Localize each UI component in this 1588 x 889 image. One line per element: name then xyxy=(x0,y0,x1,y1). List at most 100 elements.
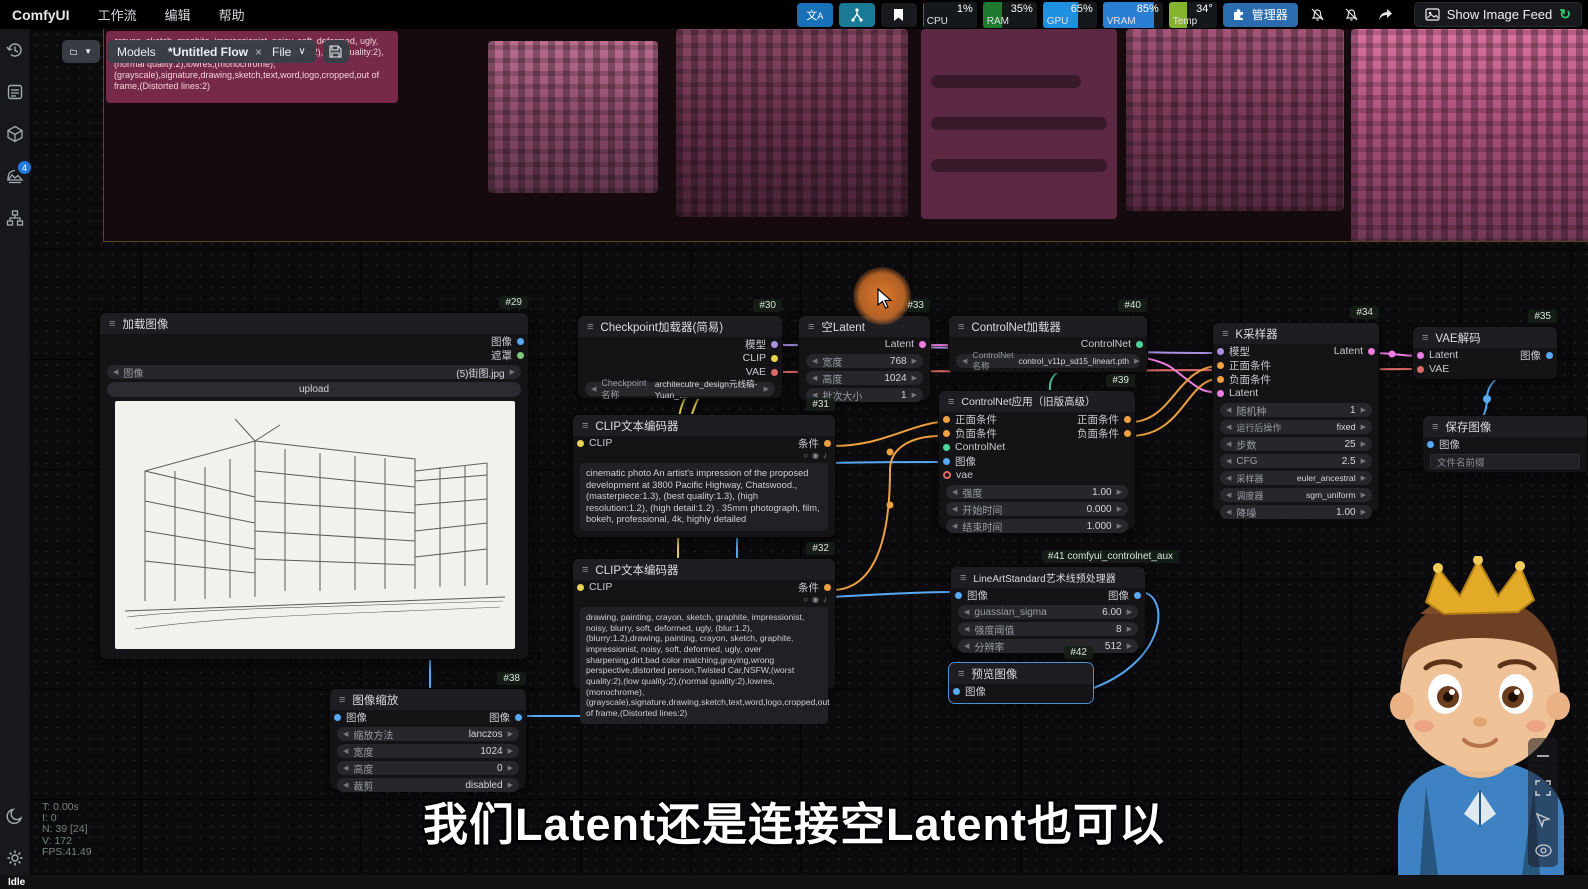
input-slot-clip[interactable] xyxy=(577,440,584,447)
input-slot-positive[interactable] xyxy=(1217,362,1224,369)
workflow-tab[interactable]: *Untitled Flow × xyxy=(158,40,272,63)
manager-button[interactable]: 管理器 xyxy=(1223,3,1298,27)
mute-bell-button-2[interactable] xyxy=(1338,3,1366,27)
upscale-method-widget[interactable]: ◀缩放方法lanczos▶ xyxy=(337,727,519,741)
workflows-tree-icon[interactable] xyxy=(6,209,24,227)
collapse-icon[interactable]: ≡ xyxy=(587,321,593,333)
node-image-scale[interactable]: #38 ≡图像缩放 图像 图像 ◀缩放方法lanczos▶ ◀宽度1024▶ ◀… xyxy=(329,688,527,790)
sampler-widget[interactable]: ◀采样器euler_ancestral▶ xyxy=(1220,471,1372,485)
control-after-generate-widget[interactable]: ◀运行后操作fixed▶ xyxy=(1220,420,1372,434)
resolution-widget[interactable]: ◀分辨率512▶ xyxy=(958,639,1138,653)
cfg-widget[interactable]: ◀CFG2.5▶ xyxy=(1220,454,1372,468)
settings-gear-icon[interactable] xyxy=(6,849,24,867)
scheduler-widget[interactable]: ◀调度器sgm_uniform▶ xyxy=(1220,488,1372,502)
node-library-icon[interactable] xyxy=(6,83,24,101)
input-slot-latent[interactable] xyxy=(1417,352,1424,359)
start-percent-widget[interactable]: ◀开始时间0.000▶ xyxy=(946,502,1128,516)
bookmark-button[interactable] xyxy=(881,3,917,27)
width-widget[interactable]: ◀宽度1024▶ xyxy=(337,744,519,758)
collapse-icon[interactable]: ≡ xyxy=(582,420,588,432)
eye-icon[interactable]: ◉ xyxy=(812,451,819,460)
input-slot-model[interactable] xyxy=(1217,348,1224,355)
input-slot-image[interactable] xyxy=(955,592,962,599)
output-slot-clip[interactable] xyxy=(771,355,778,362)
output-slot-conditioning[interactable] xyxy=(824,584,831,591)
input-slot-negative[interactable] xyxy=(1217,376,1224,383)
menu-workflow[interactable]: 工作流 xyxy=(84,5,151,24)
collapse-icon[interactable]: ≡ xyxy=(1222,328,1228,340)
collapse-icon[interactable]: ≡ xyxy=(958,668,964,680)
output-slot-mask[interactable] xyxy=(517,352,524,359)
nodes-map-button[interactable] xyxy=(839,3,875,27)
image-select-widget[interactable]: ◀图像(5)街图.jpg▶ xyxy=(107,365,521,379)
collapse-icon[interactable]: ≡ xyxy=(1422,332,1428,344)
controlnet-name-widget[interactable]: ◀ControlNet名称control_v11p_sd15_lineart.p… xyxy=(956,354,1140,368)
input-slot-image[interactable] xyxy=(953,688,960,695)
speaker-icon[interactable]: ♪ xyxy=(823,595,827,604)
collapse-icon[interactable]: ≡ xyxy=(582,564,588,576)
node-title[interactable]: ≡加载图像 xyxy=(100,313,528,334)
collapse-icon[interactable]: ≡ xyxy=(109,318,115,330)
intensity-threshold-widget[interactable]: ◀强度阈值8▶ xyxy=(958,622,1138,636)
menu-edit[interactable]: 编辑 xyxy=(151,5,205,24)
output-slot-positive[interactable] xyxy=(1124,416,1131,423)
menu-help[interactable]: 帮助 xyxy=(205,5,259,24)
prompt-textarea[interactable]: cinematic photo An artist's impression o… xyxy=(580,463,828,531)
outputs-gallery-icon[interactable]: 4 xyxy=(6,167,24,185)
width-widget[interactable]: ◀宽度768▶ xyxy=(806,354,923,368)
collapse-icon[interactable]: ≡ xyxy=(1432,421,1438,433)
prompt-textarea[interactable]: drawing, painting, crayon, sketch, graph… xyxy=(580,607,828,724)
end-percent-widget[interactable]: ◀结束时间1.000▶ xyxy=(946,519,1128,533)
output-slot-latent[interactable] xyxy=(1368,348,1375,355)
input-slot-controlnet[interactable] xyxy=(943,444,950,451)
collapse-icon[interactable]: ≡ xyxy=(808,321,814,333)
file-menu-button[interactable]: File ∨ xyxy=(262,40,316,63)
speaker-icon[interactable]: ♪ xyxy=(823,451,827,460)
denoise-widget[interactable]: ◀降噪1.00▶ xyxy=(1220,505,1372,519)
strength-widget[interactable]: ◀强度1.00▶ xyxy=(946,485,1128,499)
output-slot-latent[interactable] xyxy=(919,341,926,348)
node-checkpoint-loader[interactable]: #30 ≡Checkpoint加载器(简易) 模型 CLIP VAE ◀Chec… xyxy=(577,315,783,399)
node-ksampler[interactable]: #34 ≡K采样器 模型 Latent 正面条件 负面条件 Latent ◀随机… xyxy=(1212,322,1380,512)
eye-icon[interactable]: ◉ xyxy=(812,595,819,604)
node-clip-encode-negative[interactable]: #32 ≡CLIP文本编码器 CLIP 条件 ○◉♪ drawing, pain… xyxy=(572,558,836,690)
node-controlnet-apply[interactable]: #39 ≡ControlNet应用（旧版高级） 正面条件 正面条件 负面条件 负… xyxy=(938,390,1136,530)
upload-button[interactable]: upload xyxy=(107,382,521,397)
output-slot-image[interactable] xyxy=(1546,352,1553,359)
filename-prefix-field[interactable]: 文件名前缀 xyxy=(1430,454,1580,469)
output-slot-image[interactable] xyxy=(1134,592,1141,599)
height-widget[interactable]: ◀高度0▶ xyxy=(337,761,519,775)
circle-icon[interactable]: ○ xyxy=(803,595,808,604)
save-workflow-button[interactable] xyxy=(323,40,349,63)
node-controlnet-loader[interactable]: #40 ≡ControlNet加载器 ControlNet ◀ControlNe… xyxy=(948,315,1148,373)
node-load-image[interactable]: #29 ≡加载图像 图像 遮罩 ◀图像(5)街图.jpg▶ upload xyxy=(99,312,529,660)
share-button[interactable] xyxy=(1372,3,1400,27)
input-slot-image[interactable] xyxy=(1427,441,1434,448)
height-widget[interactable]: ◀高度1024▶ xyxy=(806,371,923,385)
steps-widget[interactable]: ◀步数25▶ xyxy=(1220,437,1372,451)
collapse-icon[interactable]: ≡ xyxy=(948,396,954,408)
output-slot-negative[interactable] xyxy=(1124,430,1131,437)
node-preview-image[interactable]: #42 ≡预览图像 图像 xyxy=(948,662,1094,704)
input-slot-positive[interactable] xyxy=(943,416,950,423)
collapse-icon[interactable]: ≡ xyxy=(339,694,345,706)
output-slot-image[interactable] xyxy=(515,714,522,721)
node-save-image[interactable]: ≡保存图像 图像 文件名前缀 xyxy=(1422,415,1588,473)
checkpoint-name-widget[interactable]: ◀Checkpoint名称architecutre_design元线稿-Yuan… xyxy=(585,382,775,396)
input-slot-clip[interactable] xyxy=(577,584,584,591)
input-slot-image[interactable] xyxy=(334,714,341,721)
zoom-out-icon[interactable] xyxy=(1535,748,1551,764)
collapse-icon[interactable]: ≡ xyxy=(958,321,964,333)
input-slot-vae[interactable] xyxy=(943,471,951,479)
node-clip-encode-positive[interactable]: #31 ≡CLIP文本编码器 CLIP 条件 ○◉♪ cinematic pho… xyxy=(572,414,836,538)
models-tab[interactable]: Models xyxy=(107,40,166,63)
node-empty-latent[interactable]: #33 ≡空Latent Latent ◀宽度768▶ ◀高度1024▶ ◀批次… xyxy=(798,315,931,401)
input-slot-negative[interactable] xyxy=(943,430,950,437)
node-vae-decode[interactable]: #35 ≡VAE解码 Latent 图像 VAE xyxy=(1412,326,1558,380)
gaussian-sigma-widget[interactable]: ◀guassian_sigma6.00▶ xyxy=(958,605,1138,619)
output-slot-model[interactable] xyxy=(771,341,778,348)
output-slot-vae[interactable] xyxy=(771,369,778,376)
circle-icon[interactable]: ○ xyxy=(803,451,808,460)
show-image-feed-button[interactable]: Show Image Feed ↻ xyxy=(1414,2,1582,27)
node-lineart-preprocessor[interactable]: #41 comfyui_controlnet_aux ≡LineArtStand… xyxy=(950,566,1146,650)
